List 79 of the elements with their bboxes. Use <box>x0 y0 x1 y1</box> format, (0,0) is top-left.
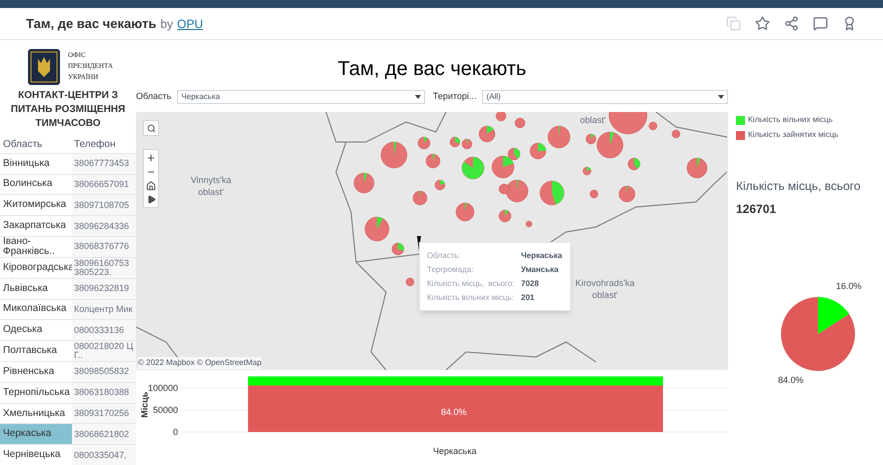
tooltip-label: Область: <box>427 250 462 262</box>
dropdown-value: (All) <box>486 91 501 103</box>
filter-label: Область <box>136 90 172 104</box>
filter-label: Територі... <box>432 90 476 104</box>
phone-cell: 38068621802 <box>72 424 136 444</box>
region-cell[interactable]: Закарпатська <box>0 216 72 236</box>
phone-cell: 38097108705 <box>72 195 136 216</box>
region-cell[interactable]: Одеська <box>0 320 72 340</box>
caret-icon <box>718 95 724 99</box>
phone-cell: 38093170256 <box>72 404 136 424</box>
y-tick-label: 50000 <box>152 405 178 416</box>
total-value: 126701 <box>736 201 778 218</box>
map-search-button[interactable] <box>143 120 159 136</box>
region-cell[interactable]: Черкаська <box>0 424 72 444</box>
region-cell[interactable]: Кіровоградська <box>0 258 72 278</box>
region-cell[interactable]: Полтавська <box>0 341 72 361</box>
region-cell[interactable]: Миколаївська <box>0 300 72 320</box>
total-label: Кількість місць, всього <box>736 178 862 195</box>
region-cell[interactable]: Вінницька <box>0 154 72 174</box>
play-icon[interactable] <box>146 195 156 204</box>
phone-cell: 0800335047, <box>72 445 136 465</box>
share-icon[interactable] <box>784 16 799 31</box>
phone-cell: Колцентр Мик <box>72 300 136 320</box>
region-cell[interactable]: Житомирська <box>0 195 72 216</box>
phone-cell: 38067773453 <box>72 154 136 174</box>
region-cell[interactable]: Хмельницька <box>0 404 72 424</box>
filter-dropdown[interactable]: (All) <box>482 90 728 104</box>
tooltip-value: Уманська <box>521 264 558 276</box>
dashboard-title: Там, де вас чекають <box>338 57 526 82</box>
x-category-label: Черкаська <box>433 445 476 458</box>
map-label: Vinnyts'ka oblast' <box>190 174 232 198</box>
map-label: Kirovohrads'ka oblast' <box>574 277 636 301</box>
region-cell[interactable]: Волинська <box>0 174 72 194</box>
region-cell[interactable]: Івано-Франківсь.. <box>0 236 72 257</box>
tooltip-label: Кількість вільних місць: <box>427 292 515 304</box>
phone-cell: 38063180388 <box>72 382 136 403</box>
phone-cell: 38096232819 <box>72 278 136 299</box>
map-label: oblast' <box>580 114 606 127</box>
column-header: Область <box>2 138 44 152</box>
y-tick-label: 100000 <box>148 383 178 394</box>
column-header: Телефон <box>73 138 116 152</box>
phone-cell: 38096284336 <box>72 216 136 236</box>
star-icon[interactable] <box>755 16 770 31</box>
home-icon[interactable] <box>146 181 156 191</box>
tooltip-value: 7028 <box>521 278 539 290</box>
y-axis-label: Місць <box>138 392 150 418</box>
region-cell[interactable]: Тернопільська <box>0 382 72 403</box>
tooltip-label: Тергромада: <box>427 264 474 276</box>
author-link[interactable]: OPU <box>177 14 204 32</box>
zoom-in-icon[interactable] <box>146 153 156 163</box>
phone-cell: 38066657091 <box>72 174 136 194</box>
bar-value-label: 84.0% <box>441 406 467 419</box>
filter-dropdown[interactable]: Черкаська <box>177 90 425 104</box>
y-tick-label: 0 <box>172 427 178 437</box>
award-icon[interactable] <box>842 16 857 31</box>
emblem-icon <box>28 48 60 85</box>
by-label: by <box>160 16 174 32</box>
region-cell[interactable]: Рівненська <box>0 362 72 382</box>
dropdown-value: Черкаська <box>181 91 220 103</box>
pie-value-label: 84.0% <box>778 374 804 387</box>
phone-cell: 38098505832 <box>72 362 136 382</box>
search-icon <box>146 124 156 132</box>
contacts-heading: КОНТАКТ-ЦЕНТРИ З ПИТАНЬ РОЗМІЩЕННЯ ТИМЧАСОВО <box>10 89 126 132</box>
region-cell[interactable]: Чернівецька <box>0 445 72 465</box>
phone-cell: 0800218020 Ц Г.. <box>72 341 136 361</box>
tooltip-value: 201 <box>521 292 534 304</box>
pie-value-label: 16.0% <box>836 280 862 293</box>
workbook-title: Там, де вас чекають <box>26 14 156 33</box>
tooltip-value: Черкаська <box>521 250 562 262</box>
phone-cell: 38068376776 <box>72 236 136 257</box>
comment-icon[interactable] <box>813 16 828 31</box>
caret-icon <box>414 95 421 99</box>
map-attribution: © 2022 Mapbox © OpenStreetMap <box>138 357 262 369</box>
legend-label: Кількість вільних місць <box>748 114 833 126</box>
tooltip-label: Кількість місць, всього: <box>427 278 516 290</box>
phone-cell: 38096160753 3805223. <box>72 258 136 278</box>
phone-cell: 0800333136 <box>72 320 136 340</box>
legend-label: Кількість зайнятих місць <box>748 129 838 141</box>
region-cell[interactable]: Львівська <box>0 278 72 299</box>
